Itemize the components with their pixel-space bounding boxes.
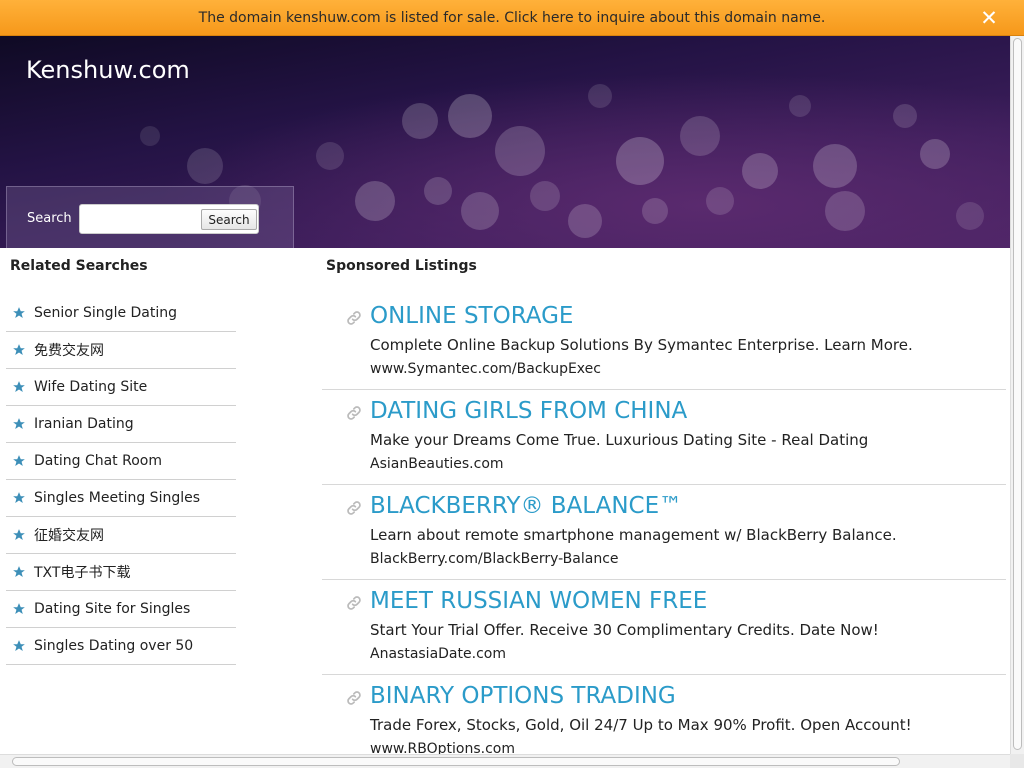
listing-description: Complete Online Backup Solutions By Syma… bbox=[370, 336, 913, 354]
horizontal-scrollbar-thumb[interactable] bbox=[12, 757, 900, 766]
listing-title[interactable]: MEET RUSSIAN WOMEN FREE bbox=[370, 588, 707, 614]
related-search-item[interactable]: Iranian Dating bbox=[6, 406, 236, 443]
star-icon bbox=[13, 640, 25, 651]
listing-description: Start Your Trial Offer. Receive 30 Compl… bbox=[370, 621, 879, 639]
listing-url[interactable]: www.Symantec.com/BackupExec bbox=[370, 361, 601, 377]
related-searches-heading: Related Searches bbox=[10, 258, 148, 274]
search-button[interactable]: Search bbox=[201, 209, 257, 230]
star-icon bbox=[13, 492, 25, 503]
related-search-label[interactable]: Iranian Dating bbox=[34, 416, 134, 432]
listing-description: Trade Forex, Stocks, Gold, Oil 24/7 Up t… bbox=[370, 716, 912, 734]
listing-title[interactable]: DATING GIRLS FROM CHINA bbox=[370, 398, 687, 424]
sponsored-listings-heading: Sponsored Listings bbox=[326, 258, 477, 274]
domain-sale-message[interactable]: The domain kenshuw.com is listed for sal… bbox=[199, 10, 826, 26]
link-icon bbox=[347, 311, 361, 325]
listing-description: Learn about remote smartphone management… bbox=[370, 526, 897, 544]
related-search-label[interactable]: 免费交友网 bbox=[34, 340, 104, 360]
horizontal-scrollbar[interactable] bbox=[0, 754, 1010, 768]
scrollbar-corner bbox=[1010, 754, 1024, 768]
search-label: Search bbox=[27, 211, 72, 226]
related-search-item[interactable]: Singles Meeting Singles bbox=[6, 480, 236, 517]
listing-title[interactable]: ONLINE STORAGE bbox=[370, 303, 573, 329]
related-search-item[interactable]: 免费交友网 bbox=[6, 332, 236, 369]
related-search-label[interactable]: Dating Site for Singles bbox=[34, 601, 190, 617]
star-icon bbox=[13, 418, 25, 429]
sponsored-listing[interactable]: BLACKBERRY® BALANCE™ Learn about remote … bbox=[322, 485, 1006, 580]
related-search-item[interactable]: Singles Dating over 50 bbox=[6, 628, 236, 665]
close-icon[interactable]: ✕ bbox=[980, 8, 998, 29]
listing-url[interactable]: AnastasiaDate.com bbox=[370, 646, 506, 662]
related-search-label[interactable]: Singles Meeting Singles bbox=[34, 490, 200, 506]
star-icon bbox=[13, 381, 25, 392]
related-search-item[interactable]: Dating Site for Singles bbox=[6, 591, 236, 628]
related-search-item[interactable]: 征婚交友网 bbox=[6, 517, 236, 554]
listing-url[interactable]: BlackBerry.com/BlackBerry-Balance bbox=[370, 551, 619, 567]
listing-description: Make your Dreams Come True. Luxurious Da… bbox=[370, 431, 869, 449]
star-icon bbox=[13, 455, 25, 466]
listing-title[interactable]: BINARY OPTIONS TRADING bbox=[370, 683, 676, 709]
star-icon bbox=[13, 603, 25, 614]
related-search-item[interactable]: Senior Single Dating bbox=[6, 295, 236, 332]
related-searches-list: Senior Single Dating 免费交友网 Wife Dating S… bbox=[6, 295, 236, 665]
site-header: Kenshuw.com Search Search bbox=[0, 36, 1010, 248]
related-search-label[interactable]: Senior Single Dating bbox=[34, 305, 177, 321]
related-search-label[interactable]: 征婚交友网 bbox=[34, 525, 104, 545]
star-icon bbox=[13, 529, 25, 540]
star-icon bbox=[13, 566, 25, 577]
star-icon bbox=[13, 307, 25, 318]
link-icon bbox=[347, 691, 361, 705]
link-icon bbox=[347, 501, 361, 515]
domain-sale-banner[interactable]: The domain kenshuw.com is listed for sal… bbox=[0, 0, 1024, 36]
vertical-scrollbar[interactable] bbox=[1010, 36, 1024, 754]
listing-title[interactable]: BLACKBERRY® BALANCE™ bbox=[370, 493, 682, 519]
link-icon bbox=[347, 406, 361, 420]
sponsored-listing[interactable]: ONLINE STORAGE Complete Online Backup So… bbox=[322, 295, 1006, 390]
star-icon bbox=[13, 344, 25, 355]
sponsored-listing[interactable]: DATING GIRLS FROM CHINA Make your Dreams… bbox=[322, 390, 1006, 485]
related-search-label[interactable]: Singles Dating over 50 bbox=[34, 638, 193, 654]
related-search-label[interactable]: TXT电子书下载 bbox=[34, 562, 130, 582]
related-search-label[interactable]: Wife Dating Site bbox=[34, 379, 147, 395]
sponsored-listings: ONLINE STORAGE Complete Online Backup So… bbox=[322, 295, 1006, 768]
related-search-label[interactable]: Dating Chat Room bbox=[34, 453, 162, 469]
listing-url[interactable]: AsianBeauties.com bbox=[370, 456, 504, 472]
related-search-item[interactable]: Dating Chat Room bbox=[6, 443, 236, 480]
related-search-item[interactable]: Wife Dating Site bbox=[6, 369, 236, 406]
search-panel: Search Search bbox=[6, 186, 294, 248]
link-icon bbox=[347, 596, 361, 610]
vertical-scrollbar-thumb[interactable] bbox=[1013, 38, 1022, 750]
sponsored-listing[interactable]: MEET RUSSIAN WOMEN FREE Start Your Trial… bbox=[322, 580, 1006, 675]
site-title[interactable]: Kenshuw.com bbox=[26, 56, 190, 84]
related-search-item[interactable]: TXT电子书下载 bbox=[6, 554, 236, 591]
